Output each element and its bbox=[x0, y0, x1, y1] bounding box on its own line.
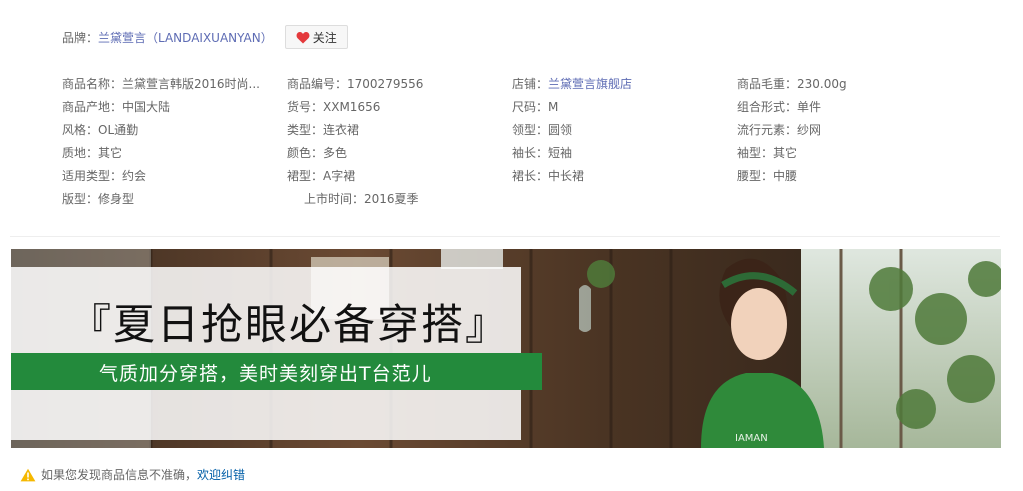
attribute-item: 商品名称：兰黛萱言韩版2016时尚... bbox=[62, 75, 287, 92]
attribute-value: 圆领 bbox=[548, 123, 573, 137]
attribute-value: 单件 bbox=[797, 100, 822, 114]
attribute-item: 组合形式：单件 bbox=[737, 98, 962, 115]
attribute-value: 修身型 bbox=[98, 192, 135, 206]
shop-link[interactable]: 兰黛萱言旗舰店 bbox=[548, 77, 632, 91]
attribute-key: 袖长： bbox=[512, 146, 549, 160]
attribute-value: 多色 bbox=[323, 146, 348, 160]
attribute-key: 领型： bbox=[512, 123, 549, 137]
brand-label: 品牌： bbox=[62, 30, 99, 45]
attribute-value: XXM1656 bbox=[323, 100, 381, 114]
attribute-key: 风格： bbox=[62, 123, 99, 137]
error-report-notice: 如果您发现商品信息不准确， 欢迎纠错 bbox=[20, 466, 245, 483]
report-error-link[interactable]: 欢迎纠错 bbox=[197, 466, 245, 483]
attribute-value: 兰黛萱言韩版2016时尚... bbox=[122, 77, 260, 91]
attribute-item: 上市时间：2016夏季 bbox=[304, 190, 546, 207]
attribute-item: 版型：修身型 bbox=[62, 190, 304, 207]
attribute-value: 中腰 bbox=[773, 169, 798, 183]
attribute-item: 尺码：M bbox=[512, 98, 737, 115]
attribute-value: 2016夏季 bbox=[364, 192, 419, 206]
attribute-row: 质地：其它 颜色：多色 袖长：短袖 袖型：其它 bbox=[62, 141, 962, 164]
attribute-key: 尺码： bbox=[512, 100, 549, 114]
attribute-item: 货号：XXM1656 bbox=[287, 98, 512, 115]
attribute-item: 商品产地：中国大陆 bbox=[62, 98, 287, 115]
attribute-row: 商品名称：兰黛萱言韩版2016时尚... 商品编号：1700279556 店铺：兰黛… bbox=[62, 72, 962, 95]
attribute-item: 腰型：中腰 bbox=[737, 167, 962, 184]
attribute-key: 商品产地： bbox=[62, 100, 123, 114]
banner-subline: 气质加分穿搭，美时美刻穿出T台范儿 bbox=[99, 363, 432, 385]
attribute-key: 商品编号： bbox=[287, 77, 348, 91]
product-attributes: 商品名称：兰黛萱言韩版2016时尚... 商品编号：1700279556 店铺：兰黛… bbox=[62, 72, 962, 210]
attribute-value: 其它 bbox=[98, 146, 123, 160]
brand-link[interactable]: 兰黛萱言（LANDAIXUANYAN） bbox=[98, 29, 273, 46]
attribute-key: 货号： bbox=[287, 100, 324, 114]
attribute-key: 上市时间： bbox=[304, 192, 365, 206]
attribute-key: 袖型： bbox=[737, 146, 774, 160]
attribute-item: 店铺：兰黛萱言旗舰店 bbox=[512, 75, 737, 92]
follow-label: 关注 bbox=[312, 30, 337, 45]
attribute-key: 裙型： bbox=[287, 169, 324, 183]
shirt-print: IAMAN bbox=[735, 433, 768, 444]
attribute-item: 商品毛重：230.00g bbox=[737, 75, 962, 92]
attribute-value: 短袖 bbox=[548, 146, 573, 160]
attribute-item: 类型：连衣裙 bbox=[287, 121, 512, 138]
attribute-item: 流行元素：纱网 bbox=[737, 121, 962, 138]
attribute-key: 店铺： bbox=[512, 77, 549, 91]
follow-button[interactable]: 关注 bbox=[284, 25, 348, 49]
attribute-item: 领型：圆领 bbox=[512, 121, 737, 138]
divider bbox=[10, 236, 1000, 237]
attribute-item: 质地：其它 bbox=[62, 144, 287, 161]
attribute-item: 风格：OL通勤 bbox=[62, 121, 287, 138]
attribute-value: OL通勤 bbox=[98, 123, 139, 137]
attribute-key: 组合形式： bbox=[737, 100, 798, 114]
attribute-value: 连衣裙 bbox=[323, 123, 360, 137]
brand-row: 品牌： 兰黛萱言（LANDAIXUANYAN） 关注 bbox=[62, 25, 348, 49]
attribute-row: 版型：修身型 上市时间：2016夏季 bbox=[62, 187, 962, 210]
attribute-key: 版型： bbox=[62, 192, 99, 206]
attribute-item: 袖长：短袖 bbox=[512, 144, 737, 161]
attribute-row: 适用类型：约会 裙型：A字裙 裙长：中长裙 腰型：中腰 bbox=[62, 164, 962, 187]
attribute-row: 商品产地：中国大陆 货号：XXM1656 尺码：M 组合形式：单件 bbox=[62, 95, 962, 118]
attribute-key: 质地： bbox=[62, 146, 99, 160]
attribute-item: 裙长：中长裙 bbox=[512, 167, 737, 184]
attribute-key: 适用类型： bbox=[62, 169, 123, 183]
attribute-value: 1700279556 bbox=[347, 77, 424, 91]
attribute-key: 商品名称： bbox=[62, 77, 123, 91]
attribute-key: 裙长： bbox=[512, 169, 549, 183]
warning-icon bbox=[20, 468, 36, 481]
attribute-value: M bbox=[548, 100, 559, 114]
attribute-key: 类型： bbox=[287, 123, 324, 137]
attribute-key: 商品毛重： bbox=[737, 77, 798, 91]
attribute-key: 腰型： bbox=[737, 169, 774, 183]
attribute-item: 商品编号：1700279556 bbox=[287, 75, 512, 92]
attribute-row: 风格：OL通勤 类型：连衣裙 领型：圆领 流行元素：纱网 bbox=[62, 118, 962, 141]
attribute-value: 中长裙 bbox=[548, 169, 585, 183]
heart-icon bbox=[296, 31, 310, 43]
attribute-key: 颜色： bbox=[287, 146, 324, 160]
attribute-value: 230.00g bbox=[797, 77, 847, 91]
attribute-item: 袖型：其它 bbox=[737, 144, 962, 161]
attribute-value: 中国大陆 bbox=[122, 100, 171, 114]
attribute-item: 裙型：A字裙 bbox=[287, 167, 512, 184]
attribute-value: 其它 bbox=[773, 146, 798, 160]
attribute-item: 颜色：多色 bbox=[287, 144, 512, 161]
attribute-item: 适用类型：约会 bbox=[62, 167, 287, 184]
banner-headline: 『夏日抢眼必备穿搭』 bbox=[69, 300, 510, 349]
attribute-value: A字裙 bbox=[323, 169, 356, 183]
promo-banner[interactable]: IAMAN 『夏日抢眼必备穿搭』 气质加分穿搭，美时美刻穿出T台范儿 bbox=[11, 249, 1001, 448]
attribute-value: 约会 bbox=[122, 169, 147, 183]
notice-text: 如果您发现商品信息不准确， bbox=[41, 468, 198, 482]
attribute-key: 流行元素： bbox=[737, 123, 798, 137]
attribute-value: 纱网 bbox=[797, 123, 822, 137]
